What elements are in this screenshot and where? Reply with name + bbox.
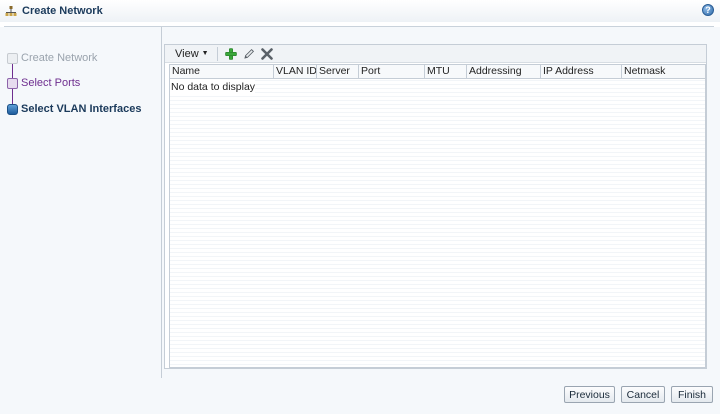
finish-button-label: Finish — [677, 388, 706, 401]
train-step-label: Select VLAN Interfaces — [21, 103, 142, 115]
title-bar: Create Network ? — [0, 0, 720, 22]
delete-icon[interactable] — [260, 47, 274, 61]
window-title: Create Network — [22, 5, 103, 17]
previous-button-label: Previous — [569, 388, 610, 401]
help-icon[interactable]: ? — [702, 4, 714, 16]
train-connector — [12, 89, 13, 104]
pencil-icon[interactable] — [242, 47, 256, 61]
cancel-button[interactable]: Cancel — [621, 386, 665, 403]
train-step-label: Select Ports — [21, 77, 81, 89]
chevron-down-icon: ▼ — [201, 50, 209, 57]
step-stop-icon — [7, 52, 18, 64]
column-header-netmask[interactable]: Netmask — [622, 65, 705, 79]
add-icon[interactable] — [224, 47, 238, 61]
dialog-body: Create Network Select Ports Select VLAN … — [0, 27, 720, 414]
toolbar-divider — [216, 46, 218, 61]
train-step-select-vlan-interfaces: Select VLAN Interfaces — [7, 103, 141, 115]
cancel-button-label: Cancel — [626, 388, 660, 401]
table-toolbar: View ▼ — [165, 45, 706, 63]
column-header-ip-address[interactable]: IP Address — [541, 65, 622, 79]
previous-button[interactable]: Previous — [564, 386, 615, 403]
view-menu[interactable]: View ▼ — [175, 48, 209, 60]
column-header-name[interactable]: Name — [170, 65, 274, 79]
column-header-port[interactable]: Port — [359, 65, 425, 79]
step-stop-icon — [7, 77, 18, 89]
view-menu-label: View — [175, 47, 199, 60]
finish-button[interactable]: Finish — [671, 386, 713, 403]
wizard-train: Create Network Select Ports Select VLAN … — [0, 27, 162, 378]
table-header-row: Name VLAN ID Server Port MTU Addressing … — [170, 65, 705, 79]
train-step-select-ports[interactable]: Select Ports — [7, 77, 80, 89]
train-step-create-network[interactable]: Create Network — [7, 52, 97, 64]
column-header-mtu[interactable]: MTU — [425, 65, 467, 79]
vlan-interfaces-table: Name VLAN ID Server Port MTU Addressing … — [169, 64, 706, 368]
column-header-addressing[interactable]: Addressing — [467, 65, 541, 79]
column-header-vlan-id[interactable]: VLAN ID — [274, 65, 317, 79]
current-step-icon — [7, 103, 18, 115]
empty-table-message: No data to display — [170, 79, 256, 93]
column-header-server[interactable]: Server — [317, 65, 359, 79]
network-icon — [5, 5, 17, 17]
train-step-label: Create Network — [21, 52, 98, 64]
vlan-interfaces-panel: View ▼ Name VLAN ID Server Port MTU Addr… — [164, 44, 707, 369]
